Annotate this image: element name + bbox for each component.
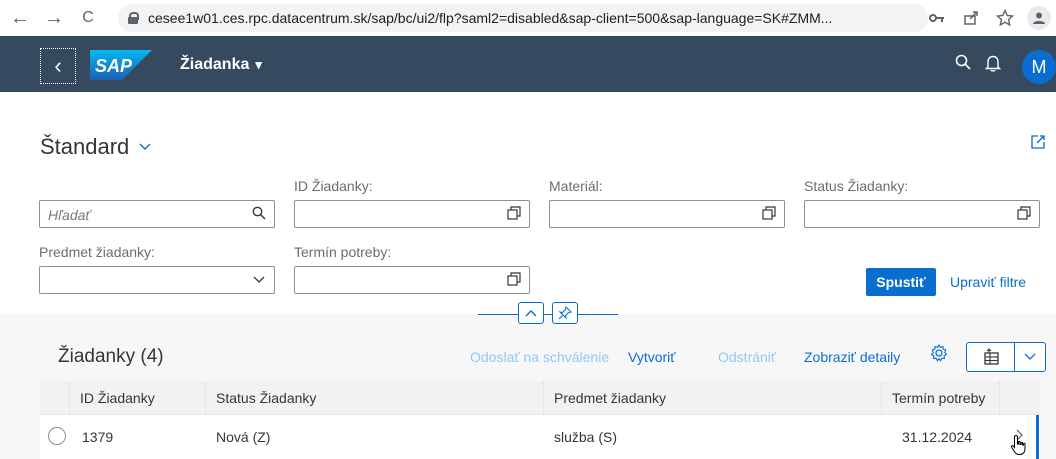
- collapse-header-button[interactable]: [518, 302, 544, 324]
- due-date-label: Termín potreby:: [294, 244, 392, 260]
- search-icon[interactable]: [252, 206, 266, 223]
- subject-select[interactable]: [39, 266, 275, 294]
- hand-cursor-icon: [1010, 434, 1026, 455]
- handle-line-left: [478, 314, 518, 315]
- delete-button[interactable]: Odstrániť: [718, 349, 776, 365]
- material-label: Materiál:: [549, 178, 603, 194]
- export-button[interactable]: [966, 342, 1046, 372]
- handle-line-right: [578, 314, 618, 315]
- search-input[interactable]: Hľadať: [39, 200, 275, 228]
- cell-subject: služba (S): [554, 429, 618, 445]
- subject-label: Predmet žiadanky:: [39, 244, 155, 260]
- export-icon[interactable]: [967, 343, 1015, 371]
- row-highlight-marker: [1036, 415, 1039, 459]
- forward-arrow-icon[interactable]: →: [40, 4, 68, 32]
- avatar[interactable]: M: [1022, 50, 1056, 84]
- share-icon[interactable]: [958, 4, 984, 32]
- cell-request-id: 1379: [82, 429, 114, 445]
- go-button[interactable]: Spustiť: [866, 268, 936, 296]
- chevron-down-icon: [139, 143, 151, 150]
- request-id-field[interactable]: [294, 200, 530, 228]
- variant-name: Štandard: [40, 134, 130, 159]
- value-help-icon[interactable]: [507, 206, 521, 223]
- chevron-down-icon[interactable]: [252, 272, 266, 289]
- settings-gear-icon[interactable]: [930, 343, 948, 368]
- url-text: cesee1w01.ces.rpc.datacentrum.sk/sap/bc/…: [148, 10, 833, 26]
- lock-icon: [128, 12, 139, 24]
- profile-icon[interactable]: [1026, 4, 1052, 32]
- chevron-up-icon: [525, 310, 537, 317]
- table-title: Žiadanky (4): [58, 346, 164, 367]
- column-header-status[interactable]: Status Žiadanky: [206, 381, 544, 415]
- sap-logo-text: SAP: [95, 56, 133, 76]
- show-details-button[interactable]: Zobraziť detaily: [804, 349, 900, 365]
- pin-header-button[interactable]: [552, 302, 578, 324]
- back-arrow-icon[interactable]: ←: [6, 4, 34, 32]
- value-help-icon[interactable]: [507, 272, 521, 289]
- search-placeholder: Hľadať: [48, 207, 91, 223]
- due-date-field[interactable]: [294, 266, 530, 294]
- caret-down-icon: ▾: [255, 57, 262, 72]
- key-icon[interactable]: [924, 4, 950, 32]
- column-header-due-date[interactable]: Termín potreby: [882, 381, 1000, 415]
- column-header-request-id[interactable]: ID Žiadanky: [70, 381, 206, 415]
- status-label: Status Žiadanky:: [804, 178, 909, 194]
- shell-bar: ‹ SAP Žiadanka ▾ M: [0, 36, 1056, 92]
- search-icon[interactable]: [955, 54, 971, 75]
- browser-toolbar: ← → C cesee1w01.ces.rpc.datacentrum.sk/s…: [0, 0, 1056, 36]
- app-title: Žiadanka: [180, 56, 250, 73]
- value-help-icon[interactable]: [762, 206, 776, 223]
- app-title-menu[interactable]: Žiadanka ▾: [180, 56, 262, 74]
- chevron-left-icon: ‹: [54, 53, 62, 78]
- material-field[interactable]: [549, 200, 785, 228]
- request-id-label: ID Žiadanky:: [294, 178, 373, 194]
- status-field[interactable]: [804, 200, 1040, 228]
- pin-icon: [558, 306, 572, 320]
- adapt-filters-link[interactable]: Upraviť filtre: [950, 274, 1026, 290]
- shell-back-button[interactable]: ‹: [40, 48, 76, 84]
- create-button[interactable]: Vytvoriť: [628, 349, 676, 365]
- address-bar[interactable]: cesee1w01.ces.rpc.datacentrum.sk/sap/bc/…: [118, 4, 928, 32]
- handle-line-middle: [544, 314, 552, 315]
- chevron-down-icon[interactable]: [1015, 343, 1045, 371]
- sap-logo[interactable]: SAP: [90, 50, 152, 80]
- variant-selector[interactable]: Štandard: [40, 134, 151, 160]
- star-icon[interactable]: [992, 4, 1018, 32]
- share-page-icon[interactable]: [1030, 134, 1046, 155]
- cell-due-date: 31.12.2024: [902, 429, 973, 445]
- column-header-subject[interactable]: Predmet žiadanky: [544, 381, 882, 415]
- filter-bar: Štandard ID Žiadanky: Materiál: Status Ž…: [0, 92, 1056, 314]
- bell-icon[interactable]: [984, 54, 1002, 77]
- row-select-radio[interactable]: [48, 427, 66, 445]
- table-header: ID Žiadanky Status Žiadanky Predmet žiad…: [40, 381, 1040, 415]
- reload-icon[interactable]: C: [74, 4, 102, 32]
- submit-approval-button[interactable]: Odoslať na schválenie: [470, 349, 609, 365]
- value-help-icon[interactable]: [1017, 206, 1031, 223]
- table-row[interactable]: 1379 Nová (Z) služba (S) 31.12.2024: [40, 415, 1040, 459]
- select-column-header: [40, 381, 70, 415]
- cell-status: Nová (Z): [216, 429, 271, 445]
